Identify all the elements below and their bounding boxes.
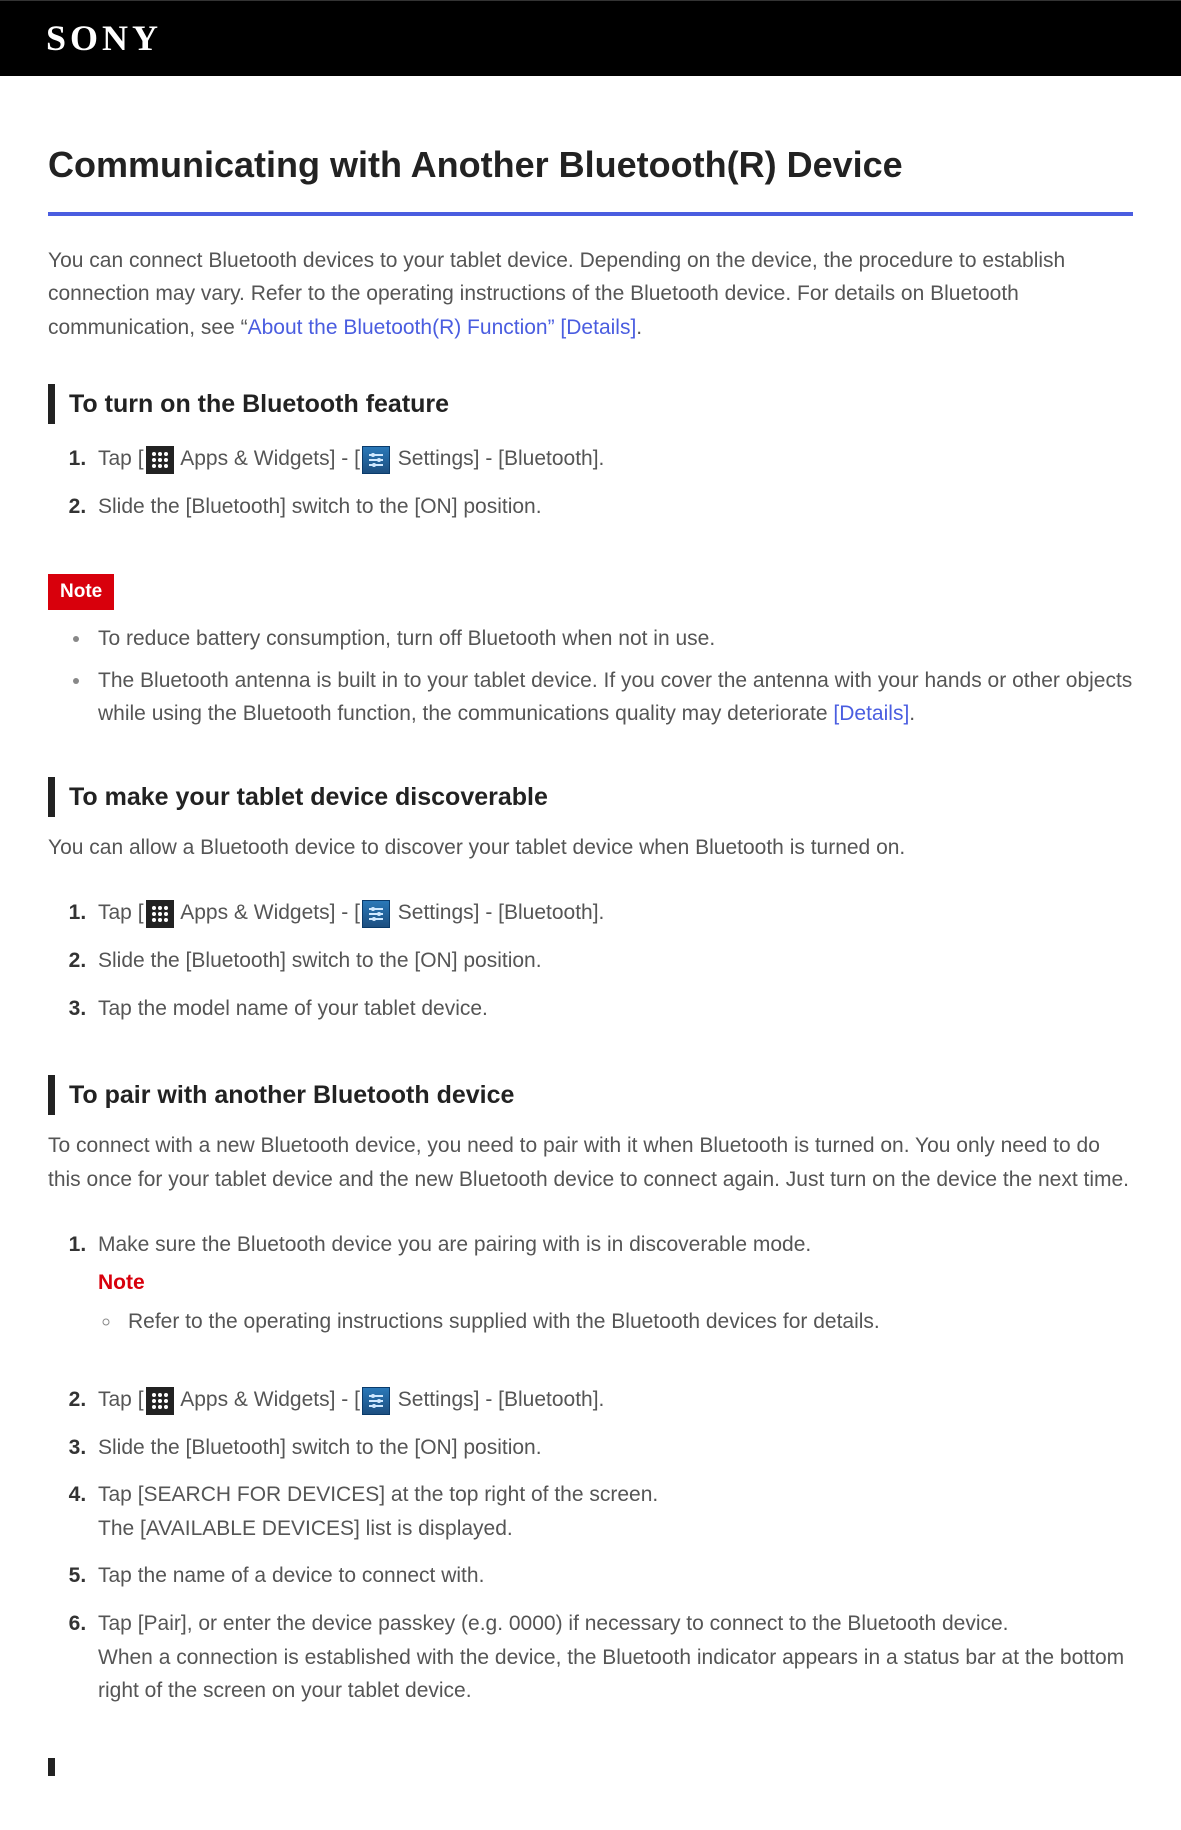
note-item: To reduce battery consumption, turn off …: [92, 620, 1133, 662]
sub-note-list: Refer to the operating instructions supp…: [98, 1303, 1133, 1345]
step-text: Tap [: [98, 901, 144, 924]
step-item: Slide the [Bluetooth] switch to the [ON]…: [92, 486, 1133, 534]
step-item: Tap [ Apps & Widgets] - [ Settings] - [B…: [92, 1379, 1133, 1427]
step-item: Tap [ Apps & Widgets] - [ Settings] - [B…: [92, 438, 1133, 486]
settings-icon: [362, 1387, 390, 1415]
sub-note-item: Refer to the operating instructions supp…: [122, 1303, 1133, 1345]
header-bar: SONY: [0, 0, 1181, 76]
settings-icon: [362, 446, 390, 474]
step-item: Tap [SEARCH FOR DEVICES] at the top righ…: [92, 1474, 1133, 1555]
step-text: The [AVAILABLE DEVICES] list is displaye…: [98, 1517, 513, 1540]
step-item: Make sure the Bluetooth device you are p…: [92, 1224, 1133, 1379]
step-text: When a connection is established with th…: [98, 1646, 1124, 1703]
subheading-next-cut: [48, 1758, 1133, 1776]
steps-pair: Make sure the Bluetooth device you are p…: [48, 1224, 1133, 1718]
apps-icon: [146, 900, 174, 928]
step-text: Tap [SEARCH FOR DEVICES] at the top righ…: [98, 1483, 658, 1506]
note-text: .: [909, 702, 915, 725]
step-item: Slide the [Bluetooth] switch to the [ON]…: [92, 940, 1133, 988]
sony-logo: SONY: [46, 10, 162, 68]
step-item: Tap the name of a device to connect with…: [92, 1555, 1133, 1603]
step-text: Settings] - [Bluetooth].: [392, 1388, 604, 1411]
subheading-turn-on: To turn on the Bluetooth feature: [48, 384, 1133, 424]
step-text: Settings] - [Bluetooth].: [392, 901, 604, 924]
subheading-discoverable: To make your tablet device discoverable: [48, 777, 1133, 817]
intro-text-suffix: .: [636, 316, 642, 339]
page-title: Communicating with Another Bluetooth(R) …: [48, 136, 1133, 194]
intro-paragraph: You can connect Bluetooth devices to you…: [48, 244, 1133, 345]
step-item: Slide the [Bluetooth] switch to the [ON]…: [92, 1427, 1133, 1475]
note-badge: Note: [48, 574, 114, 610]
step-text: Make sure the Bluetooth device you are p…: [98, 1233, 811, 1256]
apps-icon: [146, 1387, 174, 1415]
step-text: Apps & Widgets] - [: [176, 901, 360, 924]
about-bluetooth-link[interactable]: About the Bluetooth(R) Function” [Detail…: [248, 316, 637, 339]
apps-icon: [146, 446, 174, 474]
note-text: The Bluetooth antenna is built in to you…: [98, 669, 1132, 726]
discoverable-intro: You can allow a Bluetooth device to disc…: [48, 831, 1133, 865]
step-text: Apps & Widgets] - [: [176, 1388, 360, 1411]
step-text: Apps & Widgets] - [: [176, 447, 360, 470]
step-item: Tap [Pair], or enter the device passkey …: [92, 1603, 1133, 1718]
content-area: Communicating with Another Bluetooth(R) …: [0, 76, 1181, 1830]
steps-turn-on: Tap [ Apps & Widgets] - [ Settings] - [B…: [48, 438, 1133, 533]
step-text: Tap [: [98, 1388, 144, 1411]
details-link[interactable]: [Details]: [833, 702, 909, 725]
step-text: Tap [Pair], or enter the device passkey …: [98, 1612, 1009, 1635]
note-item: The Bluetooth antenna is built in to you…: [92, 662, 1133, 737]
step-item: Tap [ Apps & Widgets] - [ Settings] - [B…: [92, 892, 1133, 940]
step-item: Tap the model name of your tablet device…: [92, 988, 1133, 1036]
settings-icon: [362, 900, 390, 928]
step-text: Tap [: [98, 447, 144, 470]
subheading-pair: To pair with another Bluetooth device: [48, 1075, 1133, 1115]
note-list: To reduce battery consumption, turn off …: [48, 620, 1133, 737]
title-rule: [48, 212, 1133, 216]
steps-discoverable: Tap [ Apps & Widgets] - [ Settings] - [B…: [48, 892, 1133, 1035]
step-text: Settings] - [Bluetooth].: [392, 447, 604, 470]
note-inline-label: Note: [98, 1266, 1133, 1300]
pair-intro: To connect with a new Bluetooth device, …: [48, 1129, 1133, 1196]
